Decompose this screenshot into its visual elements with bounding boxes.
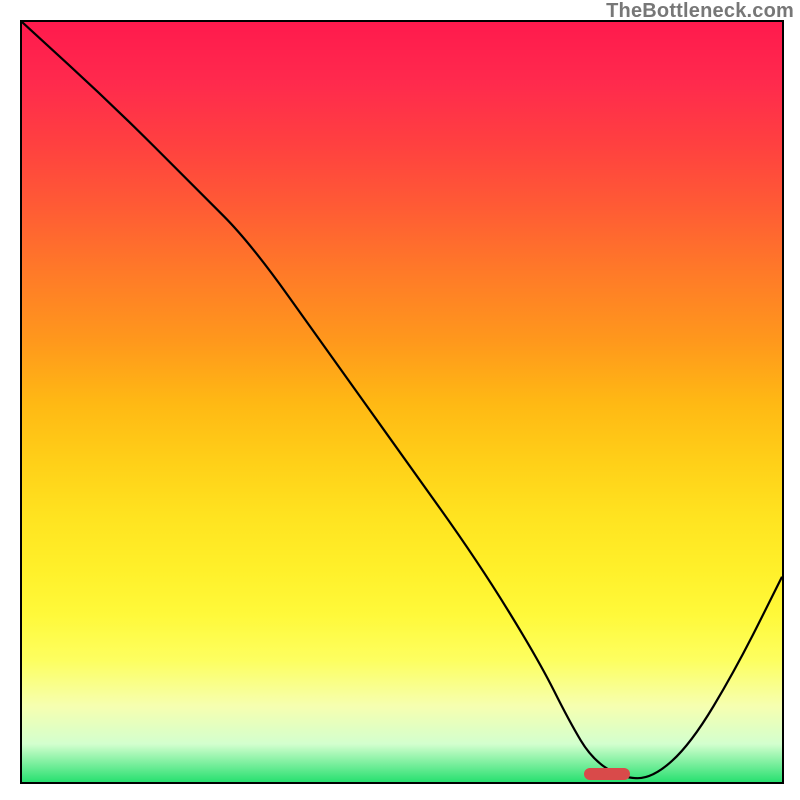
bottleneck-curve: [22, 22, 782, 782]
chart-stage: TheBottleneck.com: [0, 0, 800, 800]
optimal-range-marker: [584, 768, 630, 780]
plot-area: [20, 20, 784, 784]
